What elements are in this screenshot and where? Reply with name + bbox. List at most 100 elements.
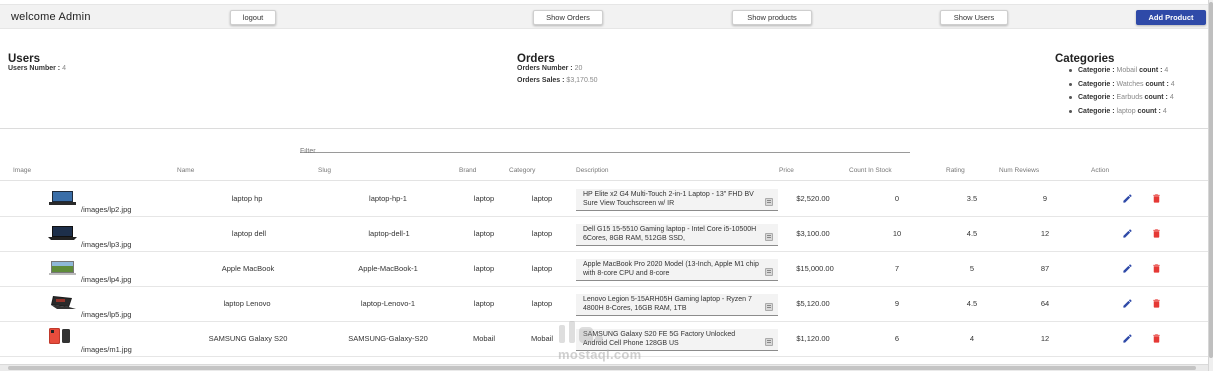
edit-icon[interactable] <box>1122 298 1133 309</box>
column-header-image[interactable]: Image <box>13 167 31 174</box>
resize-handle-icon[interactable] <box>765 233 773 241</box>
filter-field <box>300 140 910 158</box>
table-row: /images/lp2.jpg laptop hp laptop-hp-1 la… <box>0 182 1208 217</box>
column-header-slug[interactable]: Slug <box>318 167 331 174</box>
show-products-button[interactable]: Show products <box>732 10 812 25</box>
table-row: /images/lp3.jpg laptop dell laptop-dell-… <box>0 217 1208 252</box>
resize-handle-icon[interactable] <box>765 303 773 311</box>
vertical-scrollbar[interactable] <box>1208 0 1213 371</box>
users-number-label: Users Number : <box>8 65 61 72</box>
orders-number: Orders Number : 20 <box>517 65 582 72</box>
bullet-icon <box>1069 68 1072 72</box>
edit-icon[interactable] <box>1122 193 1133 204</box>
description-textarea[interactable]: HP Elite x2 G4 Multi-Touch 2-in-1 Laptop… <box>576 189 778 211</box>
trash-icon[interactable] <box>1151 228 1162 239</box>
description-text: SAMSUNG Galaxy S20 FE 5G Factory Unlocke… <box>583 331 736 347</box>
product-brand: Mobail <box>472 334 496 343</box>
product-reviews: 12 <box>1040 229 1050 238</box>
column-header-action: Action <box>1091 167 1110 174</box>
product-brand: laptop <box>473 264 495 273</box>
column-header-stock[interactable]: Count In Stock <box>849 167 892 174</box>
product-category: laptop <box>531 229 553 238</box>
product-stock: 6 <box>894 334 900 343</box>
product-reviews: 9 <box>1042 194 1048 203</box>
category-item: Categorie : laptop count : 4 <box>1069 108 1167 115</box>
product-slug: SAMSUNG-Galaxy-S20 <box>348 334 428 343</box>
product-name: SAMSUNG Galaxy S20 <box>208 334 288 343</box>
scrollbar-thumb[interactable] <box>1209 2 1213 358</box>
logout-button[interactable]: logout <box>230 10 276 25</box>
orders-sales-label: Orders Sales : <box>517 77 565 84</box>
description-text: Lenovo Legion 5-15ARH05H Gaming laptop -… <box>583 296 752 312</box>
filter-input[interactable] <box>300 145 910 158</box>
category-name: Earbuds <box>1116 94 1143 101</box>
product-name: Apple MacBook <box>221 264 275 273</box>
category-count: 4 <box>1170 81 1175 88</box>
show-users-button[interactable]: Show Users <box>940 10 1008 25</box>
category-count: 4 <box>1164 67 1169 74</box>
product-reviews: 87 <box>1040 264 1050 273</box>
column-header-description[interactable]: Description <box>576 167 609 174</box>
product-price: $15,000.00 <box>796 264 834 273</box>
welcome-text: welcome Admin <box>11 11 91 23</box>
category-label: Categorie : <box>1078 67 1115 74</box>
category-count: 4 <box>1169 94 1174 101</box>
category-label: Categorie : <box>1078 108 1115 115</box>
product-category: laptop <box>531 194 553 203</box>
column-header-rating[interactable]: Rating <box>946 167 965 174</box>
description-text: Dell G15 15-5510 Gaming laptop - Intel C… <box>583 226 757 242</box>
resize-handle-icon[interactable] <box>765 198 773 206</box>
watermark-text: mostaql.com <box>558 347 642 362</box>
horizontal-scrollbar[interactable] <box>0 364 1208 371</box>
trash-icon[interactable] <box>1151 263 1162 274</box>
category-name: Watches <box>1116 81 1144 88</box>
trash-icon[interactable] <box>1151 193 1162 204</box>
image-path: /images/lp2.jpg <box>81 205 132 214</box>
category-name: Mobail <box>1116 67 1138 74</box>
resize-handle-icon[interactable] <box>765 268 773 276</box>
orders-number-value: 20 <box>574 65 583 72</box>
table-row: /images/lp5.jpg laptop Lenovo laptop-Len… <box>0 287 1208 322</box>
product-price: $3,100.00 <box>796 229 830 238</box>
users-title: Users <box>8 53 40 65</box>
product-stock: 0 <box>894 194 900 203</box>
column-header-price[interactable]: Price <box>779 167 794 174</box>
product-slug: Apple-MacBook-1 <box>358 264 418 273</box>
bullet-icon <box>1069 109 1072 113</box>
scrollbar-thumb[interactable] <box>8 366 1196 370</box>
show-orders-button[interactable]: Show Orders <box>533 10 603 25</box>
trash-icon[interactable] <box>1151 333 1162 344</box>
category-item: Categorie : Mobail count : 4 <box>1069 67 1168 74</box>
product-slug: laptop-hp-1 <box>369 194 407 203</box>
bullet-icon <box>1069 82 1072 86</box>
product-name: laptop dell <box>231 229 267 238</box>
column-header-name[interactable]: Name <box>177 167 194 174</box>
product-category: laptop <box>531 264 553 273</box>
orders-number-label: Orders Number : <box>517 65 573 72</box>
description-textarea[interactable]: Apple MacBook Pro 2020 Model (13-Inch, A… <box>576 259 778 281</box>
edit-icon[interactable] <box>1122 228 1133 239</box>
image-path: /images/m1.jpg <box>81 345 132 354</box>
product-category: Mobail <box>530 334 554 343</box>
resize-handle-icon[interactable] <box>765 338 773 346</box>
product-price: $2,520.00 <box>796 194 830 203</box>
edit-icon[interactable] <box>1122 263 1133 274</box>
add-product-button[interactable]: Add Product <box>1136 10 1206 25</box>
description-textarea[interactable]: Lenovo Legion 5-15ARH05H Gaming laptop -… <box>576 294 778 316</box>
description-textarea[interactable]: Dell G15 15-5510 Gaming laptop - Intel C… <box>576 224 778 246</box>
trash-icon[interactable] <box>1151 298 1162 309</box>
category-count-label: count : <box>1139 67 1163 74</box>
category-count-label: count : <box>1144 94 1168 101</box>
column-header-reviews[interactable]: Num Reviews <box>999 167 1039 174</box>
product-brand: laptop <box>473 194 495 203</box>
edit-icon[interactable] <box>1122 333 1133 344</box>
product-reviews: 64 <box>1040 299 1050 308</box>
column-header-category[interactable]: Category <box>509 167 535 174</box>
section-divider <box>0 128 1208 129</box>
product-thumbnail <box>49 261 76 275</box>
product-rating: 5 <box>969 264 975 273</box>
product-thumbnail <box>49 191 76 205</box>
product-slug: laptop-Lenovo-1 <box>360 299 416 308</box>
column-header-brand[interactable]: Brand <box>459 167 476 174</box>
orders-sales-value: $3,170.50 <box>566 77 598 84</box>
